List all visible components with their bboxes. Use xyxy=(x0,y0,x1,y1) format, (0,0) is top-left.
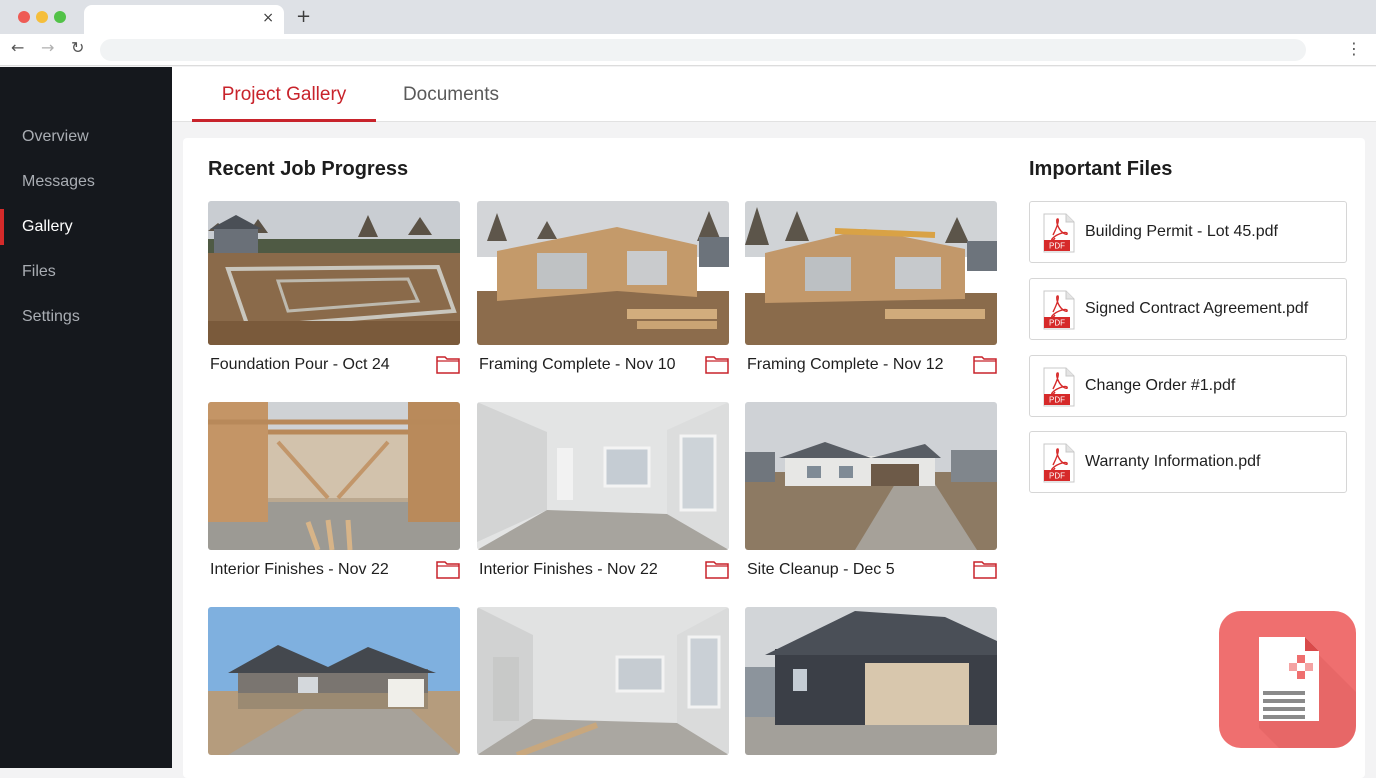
gallery-card[interactable] xyxy=(745,607,997,755)
document-icon xyxy=(1259,637,1356,748)
folder-icon[interactable] xyxy=(705,354,729,374)
tab-documents[interactable]: Documents xyxy=(386,67,516,122)
gallery-photo-exterior-front[interactable] xyxy=(208,607,460,755)
svg-text:PDF: PDF xyxy=(1049,472,1065,481)
file-item[interactable]: PDF Warranty Information.pdf xyxy=(1029,431,1347,493)
window-maximize-dot[interactable] xyxy=(54,11,66,23)
gallery-photo-garage[interactable] xyxy=(745,607,997,755)
new-tab-icon[interactable]: + xyxy=(296,6,311,27)
tab-bar: Project Gallery Documents xyxy=(172,67,1376,122)
sidebar-item-files[interactable]: Files xyxy=(0,254,172,290)
pdf-file-icon: PDF xyxy=(1043,290,1075,330)
file-name: Warranty Information.pdf xyxy=(1085,453,1261,470)
browser-menu-icon[interactable]: ⋮ xyxy=(1346,39,1362,58)
recent-job-progress-heading: Recent Job Progress xyxy=(208,158,409,180)
pdf-file-icon: PDF xyxy=(1043,367,1075,407)
file-name: Change Order #1.pdf xyxy=(1085,377,1236,394)
file-name: Signed Contract Agreement.pdf xyxy=(1085,300,1309,317)
gallery-photo-interior-finishes[interactable] xyxy=(477,402,729,550)
gallery-photo-foundation[interactable] xyxy=(208,201,460,345)
gallery-caption: Interior Finishes - Nov 22 xyxy=(479,561,658,578)
svg-text:PDF: PDF xyxy=(1049,396,1065,405)
window-minimize-dot[interactable] xyxy=(36,11,48,23)
reload-icon[interactable]: ↻ xyxy=(71,38,84,57)
folder-icon[interactable] xyxy=(973,354,997,374)
folder-icon[interactable] xyxy=(436,354,460,374)
file-item[interactable]: PDF Signed Contract Agreement.pdf xyxy=(1029,278,1347,340)
gallery-caption: Foundation Pour - Oct 24 xyxy=(210,356,390,373)
gallery-photo-interior-framing[interactable] xyxy=(208,402,460,550)
gallery-caption: Site Cleanup - Dec 5 xyxy=(747,561,895,578)
document-fab-button[interactable] xyxy=(1219,611,1356,748)
svg-text:PDF: PDF xyxy=(1049,319,1065,328)
folder-icon[interactable] xyxy=(436,559,460,579)
gallery-card[interactable]: Framing Complete - Nov 10 xyxy=(477,201,729,381)
browser-tab[interactable]: × xyxy=(84,5,284,34)
gallery-card[interactable]: Interior Finishes - Nov 22 xyxy=(208,402,460,586)
gallery-photo-framing-1[interactable] xyxy=(477,201,729,345)
gallery-caption: Interior Finishes - Nov 22 xyxy=(210,561,389,578)
sidebar-item-overview[interactable]: Overview xyxy=(0,119,172,155)
gallery-photo-framing-2[interactable] xyxy=(745,201,997,345)
address-bar[interactable] xyxy=(100,39,1306,61)
svg-text:PDF: PDF xyxy=(1049,242,1065,251)
browser-tab-strip: × + xyxy=(0,0,1376,34)
browser-toolbar: ← → ↻ ⋮ xyxy=(0,34,1376,66)
gallery-card[interactable]: Site Cleanup - Dec 5 xyxy=(745,402,997,586)
pdf-file-icon: PDF xyxy=(1043,443,1075,483)
pdf-file-icon: PDF xyxy=(1043,213,1075,253)
folder-icon[interactable] xyxy=(705,559,729,579)
gallery-card[interactable]: Foundation Pour - Oct 24 xyxy=(208,201,460,381)
gallery-photo-interior-rooms[interactable] xyxy=(477,607,729,755)
gallery-card[interactable]: Interior Finishes - Nov 22 xyxy=(477,402,729,586)
file-item[interactable]: PDF Change Order #1.pdf xyxy=(1029,355,1347,417)
content-panel: Recent Job Progress Important Files Foun… xyxy=(183,138,1365,778)
back-arrow-icon[interactable]: ← xyxy=(11,38,24,57)
gallery-card[interactable] xyxy=(208,607,460,755)
forward-arrow-icon[interactable]: → xyxy=(41,38,54,57)
close-tab-icon[interactable]: × xyxy=(262,10,274,26)
sidebar-item-messages[interactable]: Messages xyxy=(0,164,172,200)
gallery-caption: Framing Complete - Nov 10 xyxy=(479,356,676,373)
tab-project-gallery[interactable]: Project Gallery xyxy=(192,67,376,122)
gallery-photo-site-cleanup[interactable] xyxy=(745,402,997,550)
sidebar-item-gallery[interactable]: Gallery xyxy=(0,209,172,245)
window-close-dot[interactable] xyxy=(18,11,30,23)
sidebar-item-settings[interactable]: Settings xyxy=(0,299,172,335)
gallery-caption: Framing Complete - Nov 12 xyxy=(747,356,944,373)
gallery-card[interactable] xyxy=(477,607,729,755)
sidebar: Overview Messages Gallery Files Settings xyxy=(0,67,172,768)
folder-icon[interactable] xyxy=(973,559,997,579)
important-files-heading: Important Files xyxy=(1029,158,1173,180)
gallery-card[interactable]: Framing Complete - Nov 12 xyxy=(745,201,997,381)
file-name: Building Permit - Lot 45.pdf xyxy=(1085,223,1278,240)
file-item[interactable]: PDF Building Permit - Lot 45.pdf xyxy=(1029,201,1347,263)
